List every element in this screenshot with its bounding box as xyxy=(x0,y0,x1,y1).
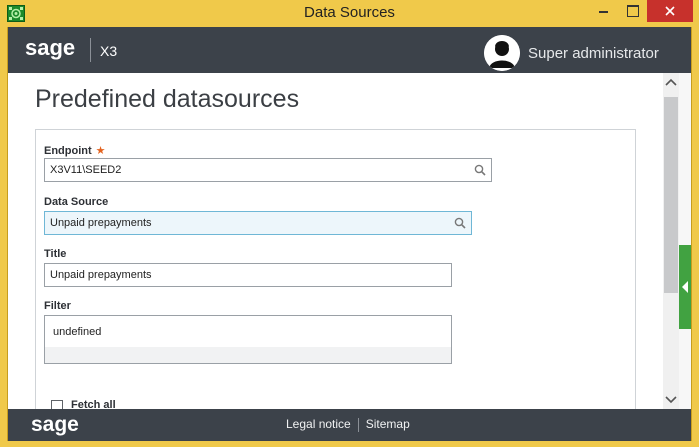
data-source-label: Data Source xyxy=(44,196,109,208)
footer-divider xyxy=(357,417,359,432)
vertical-scrollbar[interactable] xyxy=(663,73,679,409)
app-footer: sage Legal notice Sitemap xyxy=(8,409,691,441)
filter-label: Filter xyxy=(44,300,71,312)
user-silhouette-icon xyxy=(484,35,520,71)
close-icon xyxy=(665,6,675,16)
filter-textarea[interactable]: undefined xyxy=(44,315,452,364)
data-source-field[interactable]: Unpaid prepayments xyxy=(44,211,472,235)
sitemap-link[interactable]: Sitemap xyxy=(366,417,410,431)
fetch-all-label: Fetch all xyxy=(71,399,116,409)
footer-links: Legal notice Sitemap xyxy=(286,417,410,432)
data-source-value: Unpaid prepayments xyxy=(50,217,152,229)
close-button[interactable] xyxy=(647,0,693,22)
app-header: sage X3 Super administrator xyxy=(8,27,691,73)
logo-text: sage xyxy=(25,36,75,60)
product-name: X3 xyxy=(100,43,118,59)
datasource-form: Endpoint ★ X3V11\SEED2 Data Source Unpaid… xyxy=(35,129,636,409)
fetch-all-checkbox[interactable] xyxy=(51,400,63,409)
page-title: Predefined datasources xyxy=(35,85,300,113)
minimize-button[interactable] xyxy=(585,0,619,22)
window-titlebar: Data Sources xyxy=(0,0,699,27)
maximize-button[interactable] xyxy=(619,0,647,22)
legal-notice-link[interactable]: Legal notice xyxy=(286,417,351,431)
search-icon[interactable] xyxy=(474,164,486,176)
filter-value: undefined xyxy=(53,326,102,338)
title-field[interactable]: Unpaid prepayments xyxy=(44,263,452,287)
endpoint-label: Endpoint ★ xyxy=(44,145,106,157)
user-name[interactable]: Super administrator xyxy=(528,45,659,62)
header-divider xyxy=(90,38,91,62)
side-panel-rail xyxy=(679,73,691,409)
title-value: Unpaid prepayments xyxy=(50,269,152,281)
scroll-up-chevron-icon[interactable] xyxy=(663,75,679,91)
user-avatar[interactable] xyxy=(484,35,520,71)
endpoint-value: X3V11\SEED2 xyxy=(50,164,122,176)
required-star-icon: ★ xyxy=(95,145,106,157)
footer-logo-text: sage xyxy=(31,413,79,436)
title-label: Title xyxy=(44,248,67,260)
scroll-down-chevron-icon[interactable] xyxy=(663,391,679,407)
sage-logo[interactable]: sage xyxy=(25,36,81,62)
textarea-scroll-strip xyxy=(45,347,451,363)
endpoint-field[interactable]: X3V11\SEED2 xyxy=(44,158,492,182)
footer-sage-logo[interactable]: sage xyxy=(31,413,83,437)
page-content: Predefined datasources Endpoint ★ X3V11\S… xyxy=(8,73,691,409)
side-panel-toggle[interactable] xyxy=(679,245,691,329)
app-frame: sage X3 Super administrator Predefined d… xyxy=(7,27,692,441)
scrollbar-thumb[interactable] xyxy=(664,97,678,293)
search-icon[interactable] xyxy=(454,217,466,229)
